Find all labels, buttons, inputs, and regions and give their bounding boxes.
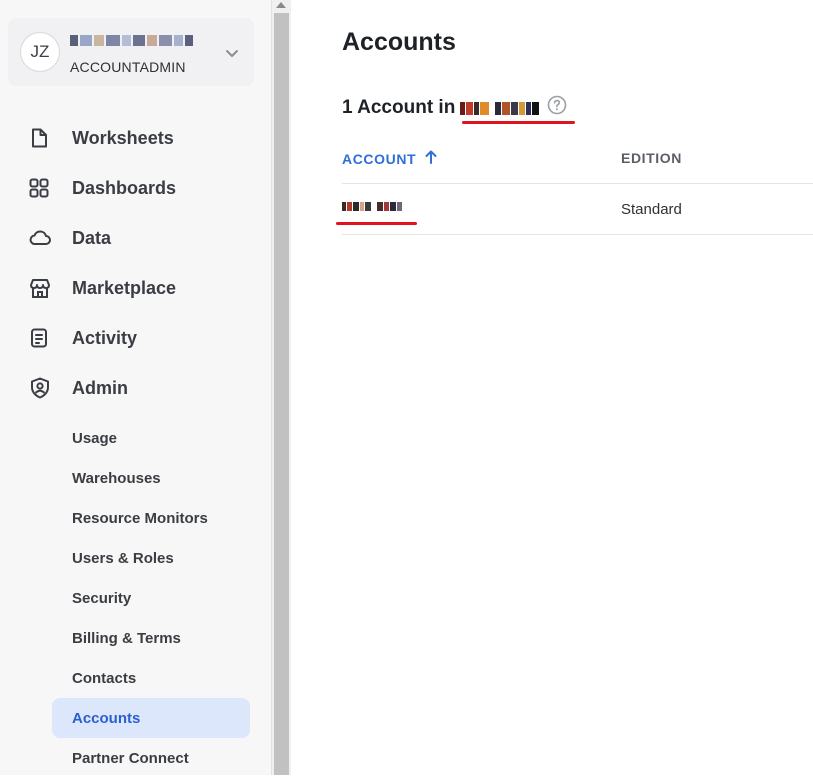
nav-item-label: Worksheets [72,127,174,148]
storefront-icon [28,274,56,302]
nav-item-marketplace[interactable]: Marketplace [28,274,176,302]
column-header-account[interactable]: ACCOUNT [342,150,437,167]
sidebar-item-contacts[interactable]: Contacts [52,658,250,698]
column-header-label: EDITION [621,150,682,166]
sidebar-item-label: Contacts [72,669,137,687]
sidebar-item-security[interactable]: Security [52,578,250,618]
page-title: Accounts [342,28,456,56]
sidebar-item-usage[interactable]: Usage [52,418,250,458]
nav-item-label: Data [72,227,112,248]
sidebar-item-billing-terms[interactable]: Billing & Terms [52,618,250,658]
table-divider [342,234,813,235]
user-menu[interactable]: JZ ACCOUNTADMIN [8,18,254,86]
sidebar-item-label: Resource Monitors [72,509,208,527]
nav-item-data[interactable]: Data [28,224,111,252]
sidebar-item-label: Accounts [72,709,141,727]
sidebar-item-label: Security [72,589,132,607]
nav-item-admin[interactable]: Admin [28,374,128,402]
chevron-down-icon[interactable] [224,45,240,66]
table-divider [342,183,813,184]
nav-item-label: Marketplace [72,277,177,298]
organization-name-redacted [460,101,540,115]
account-count-heading: 1 Account in [342,95,567,121]
sidebar-item-warehouses[interactable]: Warehouses [52,458,250,498]
grid-icon [28,174,56,202]
clipboard-icon [28,324,56,352]
nav-item-dashboards[interactable]: Dashboards [28,174,176,202]
edition-cell: Standard [621,201,682,218]
sort-ascending-icon[interactable] [425,150,437,167]
account-count-text: 1 Account in [342,97,456,118]
scroll-up-arrow-icon[interactable] [276,2,286,8]
nav-item-activity[interactable]: Activity [28,324,137,352]
sidebar-item-label: Partner Connect [72,749,189,767]
scrollbar-thumb[interactable] [274,13,289,775]
avatar-initials: JZ [30,42,50,61]
nav-item-worksheets[interactable]: Worksheets [28,124,174,152]
shield-user-icon [28,374,56,402]
avatar: JZ [20,32,60,72]
sidebar-item-resource-monitors[interactable]: Resource Monitors [52,498,250,538]
nav-item-label: Admin [72,377,128,398]
sidebar-item-label: Billing & Terms [72,629,181,647]
user-name-redacted [70,32,210,48]
account-name-redacted[interactable] [342,202,403,211]
sidebar-scrollbar[interactable] [271,0,291,775]
user-role: ACCOUNTADMIN [70,59,186,75]
sidebar-item-label: Warehouses [72,469,161,487]
sidebar-item-label: Usage [72,429,118,447]
sidebar-item-label: Users & Roles [72,549,174,567]
annotation-underline [462,121,575,124]
sidebar-item-partner-connect[interactable]: Partner Connect [52,738,250,778]
column-header-label: ACCOUNT [342,150,417,167]
sidebar-item-users-roles[interactable]: Users & Roles [52,538,250,578]
cloud-icon [28,224,56,252]
sidebar: JZ ACCOUNTADMIN Worksheets Dashboards Da… [0,0,271,775]
main-content: Accounts 1 Account in ACCOUNT EDITION St… [291,0,813,775]
sidebar-item-accounts[interactable]: Accounts [52,698,250,738]
nav-item-label: Activity [72,327,138,348]
help-icon[interactable] [547,95,567,121]
column-header-edition[interactable]: EDITION [621,150,682,166]
annotation-underline [336,222,417,225]
nav-item-label: Dashboards [72,177,177,198]
document-icon [28,124,56,152]
